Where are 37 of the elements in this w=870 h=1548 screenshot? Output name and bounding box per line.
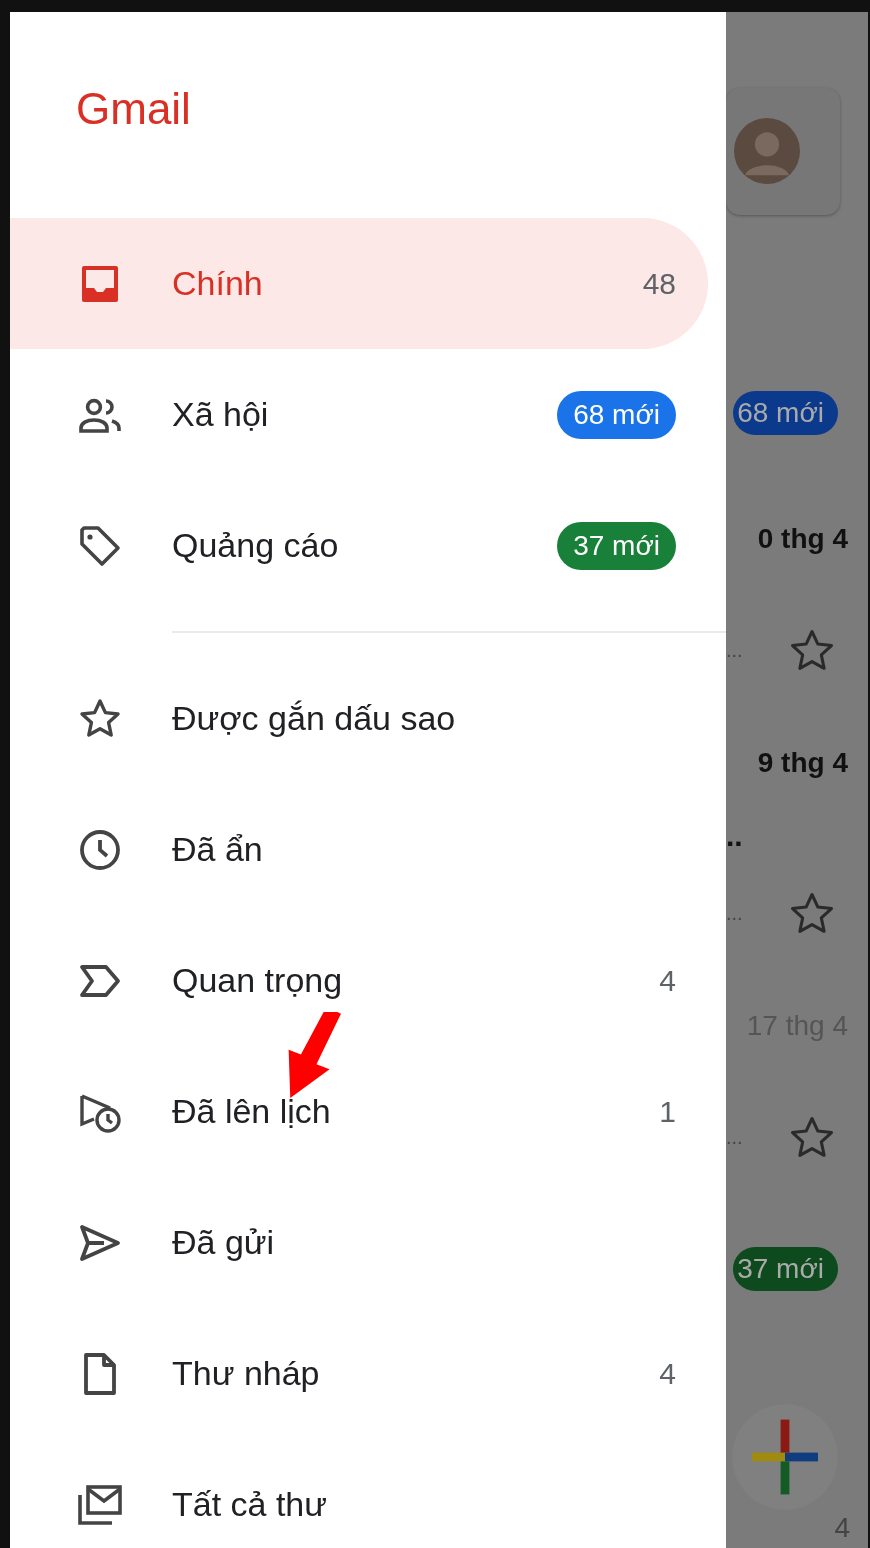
email-snippet: ...: [726, 639, 743, 663]
new-mail-badge: 68 mới: [557, 390, 676, 439]
folder-label: Đã lên lịch: [172, 1092, 332, 1131]
folder-item[interactable]: Quan trọng 4: [10, 915, 726, 1046]
email-snippet: ...: [726, 902, 743, 926]
avatar-icon: [734, 118, 800, 185]
folder-label: Thư nháp: [172, 1354, 321, 1393]
folder-item[interactable]: Đã lên lịch 1: [10, 1046, 726, 1177]
folder-label: Được gắn dấu sao: [172, 699, 457, 738]
item-count: 4: [659, 963, 676, 998]
category-item[interactable]: Chính 48: [10, 218, 708, 349]
new-mail-badge: 68 mới: [733, 390, 838, 435]
category-item[interactable]: Xã hội 68 mới: [10, 349, 726, 480]
email-snippet: ..: [726, 818, 743, 853]
category-label: Chính: [172, 264, 264, 303]
folder-item[interactable]: Tất cả thư: [10, 1439, 726, 1548]
folder-item[interactable]: Đã gửi: [10, 1177, 726, 1308]
category-item[interactable]: Quảng cáo 37 mới: [10, 480, 726, 611]
folder-item[interactable]: Đã ẩn: [10, 784, 726, 915]
new-mail-badge: 37 mới: [733, 1247, 838, 1292]
folder-item[interactable]: Thư nháp 4: [10, 1308, 726, 1439]
email-snippet: ...: [726, 1126, 743, 1150]
folder-label: Đã gửi: [172, 1223, 276, 1262]
category-label: Xã hội: [172, 395, 270, 434]
unread-count: 48: [642, 266, 676, 301]
email-count: 4: [834, 1512, 850, 1545]
category-label: Quảng cáo: [172, 526, 340, 565]
new-mail-badge: 37 mới: [557, 521, 676, 570]
folder-item[interactable]: Được gắn dấu sao: [10, 653, 726, 784]
folder-label: Tất cả thư: [172, 1485, 329, 1524]
folder-label: Đã ẩn: [172, 830, 264, 869]
item-count: 1: [659, 1094, 676, 1129]
gmail-logo: Gmail: [76, 84, 191, 134]
folder-label: Quan trọng: [172, 961, 344, 1000]
email-date: 0 thg 4: [757, 523, 848, 556]
item-count: 4: [659, 1356, 676, 1391]
email-date: 9 thg 4: [757, 746, 848, 779]
